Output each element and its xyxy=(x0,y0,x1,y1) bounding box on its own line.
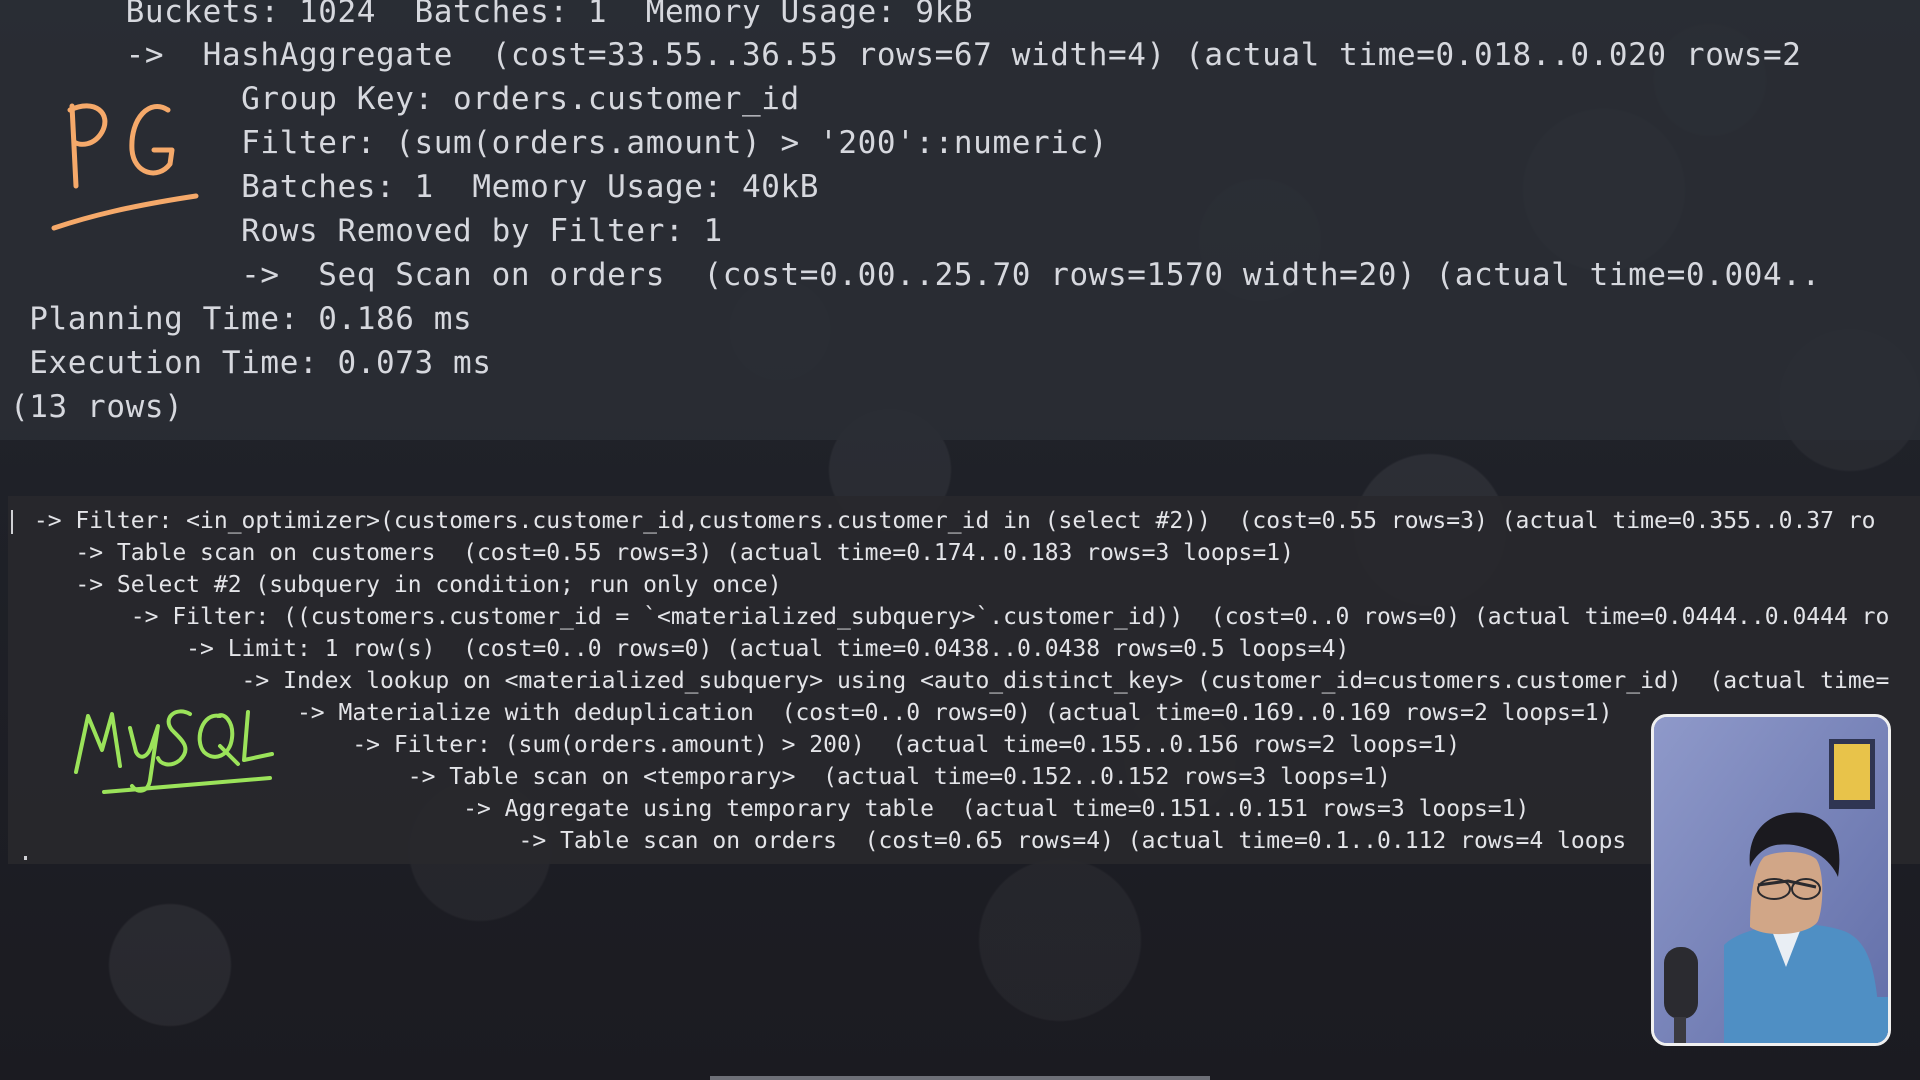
terminal-prompt-cursor xyxy=(24,856,27,860)
presenter-image xyxy=(1654,717,1888,1043)
postgres-output-panel: Buckets: 1024 Batches: 1 Memory Usage: 9… xyxy=(0,0,1920,440)
mysql-output-line: -> Select #2 (subquery in condition; run… xyxy=(20,572,782,598)
pg-output-line: -> Seq Scan on orders (cost=0.00..25.70 … xyxy=(10,257,1821,293)
bottom-progress-bar xyxy=(710,1076,1210,1080)
mysql-output-line: -> Filter: <in_optimizer>(customers.cust… xyxy=(20,508,1876,534)
pg-execution-time: Execution Time: 0.073 ms xyxy=(10,345,492,381)
mysql-output-line: -> Table scan on orders (cost=0.65 rows=… xyxy=(20,828,1627,854)
mysql-handwritten-annotation xyxy=(74,709,274,794)
mysql-output-line: -> Index lookup on <materialized_subquer… xyxy=(20,668,1890,694)
pg-planning-time: Planning Time: 0.186 ms xyxy=(10,301,473,337)
presenter-webcam xyxy=(1651,714,1891,1046)
mysql-output-line: -> Limit: 1 row(s) (cost=0..0 rows=0) (a… xyxy=(20,636,1350,662)
mysql-output-line: -> Table scan on customers (cost=0.55 ro… xyxy=(20,540,1294,566)
mysql-output-line: -> Filter: ((customers.customer_id = `<m… xyxy=(20,604,1890,630)
terminal-cursor xyxy=(11,510,13,534)
pg-output-line: Buckets: 1024 Batches: 1 Memory Usage: 9… xyxy=(10,0,974,30)
pg-handwritten-annotation xyxy=(51,103,199,231)
pg-output-line: -> HashAggregate (cost=33.55..36.55 rows… xyxy=(10,37,1802,73)
pg-row-count: (13 rows) xyxy=(10,389,184,425)
